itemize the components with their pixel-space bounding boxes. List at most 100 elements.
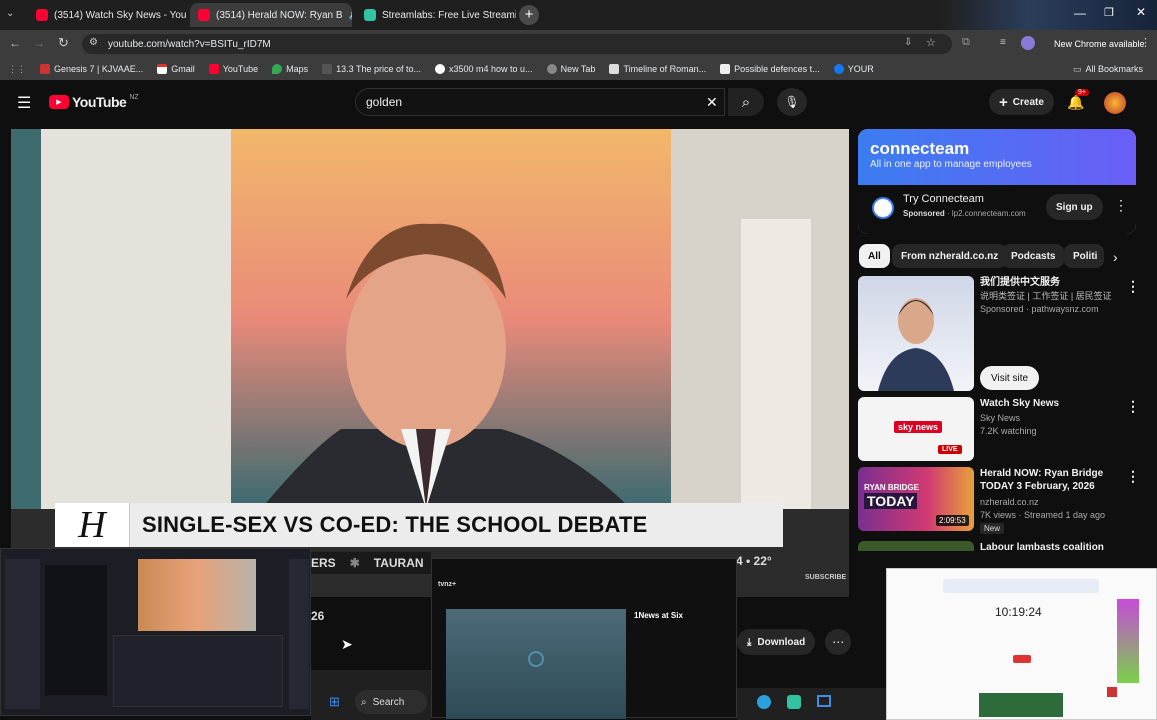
sidebar-item-title[interactable]: Herald NOW: Ryan Bridge TODAY 3 February… [980,467,1120,493]
chevron-right-icon[interactable]: › [1113,249,1118,265]
youtube-favicon-icon [198,9,210,21]
ad-domain: lp2.connecteam.com [951,209,1026,218]
sky-news-thumbnail[interactable]: sky news LIVE [858,397,974,461]
chip-politics[interactable]: Politi [1064,244,1104,268]
bookmark-item[interactable]: Possible defences t... [720,64,820,74]
search-button[interactable]: ⌕ [728,88,764,116]
maps-icon [272,64,283,74]
maximize-icon[interactable]: ❐ [1104,6,1114,19]
bookmark-item[interactable]: Timeline of Roman... [609,64,706,74]
app-icon[interactable] [817,695,831,707]
download-button[interactable]: ⤓ Download [737,629,816,655]
more-options-icon[interactable]: ⋮ [1126,468,1140,485]
profile-avatar[interactable] [1021,36,1035,50]
lower-third-banner: H SINGLE-SEX VS CO-ED: THE SCHOOL DEBATE [55,503,783,547]
avatar[interactable] [1104,92,1126,114]
create-button[interactable]: + Create [989,89,1054,115]
bookmark-item[interactable]: New Tab [546,64,595,74]
forward-icon[interactable]: → [33,36,45,50]
folder-icon: ▭ [1072,63,1082,74]
plus-icon: + [999,93,1008,111]
more-options-icon[interactable]: ⋮ [1126,398,1140,415]
region-code: NZ [129,93,139,101]
minimize-icon[interactable]: — [1074,6,1086,20]
more-options-icon[interactable]: ⋮ [1126,278,1140,295]
site-info-icon[interactable]: ⚙ [89,37,98,48]
tab-title: Streamlabs: Free Live Streamin [382,9,516,21]
new-tab-plus-icon[interactable]: + [519,5,539,25]
windows-start-icon[interactable]: ⊞ [329,694,340,710]
tvnz-window-preview[interactable]: tvnz+ 1News at Six [431,558,737,719]
extensions-icon[interactable]: ⧉ [962,36,970,49]
thumbnail-caption: TODAY [864,493,918,509]
bookmark-star-icon[interactable]: ☆ [926,36,936,49]
chip-from-nzherald[interactable]: From nzherald.co.nz [892,244,1008,268]
connecteam-ad[interactable]: connecteam All in one app to manage empl… [858,129,1136,234]
reload-icon[interactable]: ↻ [58,35,69,51]
bookmark-item[interactable]: 13.3 The price of to... [322,64,421,74]
bookmark-item[interactable]: Gmail [157,64,195,74]
tab-search-chevron-icon[interactable]: ⌄ [6,8,14,19]
alarm-clock-window-preview[interactable]: 10:19:24 [886,568,1157,720]
ad-menu-icon[interactable]: ⋮ [1114,197,1128,214]
search-query: golden [366,95,403,109]
obs-program-preview [138,559,256,631]
telegram-icon[interactable] [757,695,771,709]
tab-strip: (3514) Watch Sky News - YouTu ✕ (3514) H… [0,0,1157,30]
tvnz-show-title: 1News at Six [634,611,683,620]
address-bar[interactable]: ⚙ youtube.com/watch?v=BSITu_rID7M ⇩ ☆ [82,34,952,54]
bookmark-item[interactable]: Maps [272,64,308,74]
tab-herald-now[interactable]: (3514) Herald NOW: Ryan B 🔊 ✕ [190,3,352,27]
voice-search-button[interactable]: 🎙 [777,88,807,116]
back-icon[interactable]: ← [9,36,21,50]
page-image [979,693,1063,717]
obs-window-preview[interactable] [0,548,311,716]
app-icon[interactable] [787,695,801,709]
sidebar-item-title[interactable]: Watch Sky News [980,397,1120,410]
notifications-icon[interactable]: 🔔 [1067,94,1084,111]
menu-icon[interactable]: ☰ [17,93,31,113]
chip-podcasts[interactable]: Podcasts [1002,244,1065,268]
apps-grid-icon[interactable]: ⋮⋮ [8,64,26,75]
sidebar-item-channel: nzherald.co.nz [980,497,1039,507]
sign-up-button[interactable]: Sign up [1046,194,1103,220]
close-window-icon[interactable]: ✕ [1136,5,1146,19]
search-input[interactable]: golden ✕ [355,88,725,116]
bookmark-item[interactable]: Genesis 7 | KJVAAE... [40,64,143,74]
bookmark-item[interactable]: YouTube [208,64,258,74]
sponsored-thumbnail[interactable] [858,276,974,391]
tab-title: (3514) Watch Sky News - YouTu [54,9,186,21]
all-bookmarks[interactable]: ▭ All Bookmarks [1073,64,1143,75]
audio-icon[interactable]: 🔊 [349,10,352,21]
taskbar-search[interactable]: ⌕ Search [355,690,427,714]
gmail-icon [157,64,168,74]
sidebar-item-title[interactable]: 我们提供中文服务 [980,276,1120,289]
obs-chat-panel [45,565,107,695]
bookmark-item[interactable]: YOUR [833,64,874,74]
download-icon: ⤓ [747,636,752,648]
tab-sky-news[interactable]: (3514) Watch Sky News - YouTu ✕ [28,3,186,27]
media-icon[interactable]: ≡ [1000,37,1006,48]
google-icon [435,64,446,74]
bookmark-item[interactable]: x3500 m4 how to u... [435,64,533,74]
clear-search-icon[interactable]: ✕ [706,94,718,111]
more-actions-icon[interactable]: ⋯ [825,629,852,655]
sidebar-item-channel: Sky News [980,413,1021,423]
tab-streamlabs[interactable]: Streamlabs: Free Live Streamin ✕ [356,3,516,27]
tvnz-video-thumbnail [446,609,626,719]
obs-controls [289,559,309,709]
chrome-menu-icon[interactable]: ⋮ [1140,36,1151,49]
visit-site-button[interactable]: Visit site [980,366,1040,390]
herald-now-thumbnail[interactable]: RYAN BRIDGE TODAY 2:09:53 [858,467,974,531]
banner-title: SINGLE-SEX VS CO-ED: THE SCHOOL DEBATE [142,512,648,537]
close-preview-icon[interactable] [1107,687,1117,697]
youtube-logo[interactable]: ▶ YouTube NZ [49,94,139,110]
youtube-favicon-icon [36,9,48,21]
ad-name: Try Connecteam [903,193,984,205]
chip-all[interactable]: All [859,244,890,268]
install-app-icon[interactable]: ⇩ [904,37,912,48]
search-icon: ⌕ [741,93,751,111]
obs-preview-gap: 26 [311,603,431,633]
new-chrome-button[interactable]: New Chrome available [1046,34,1153,54]
loading-spinner-icon [528,651,544,667]
